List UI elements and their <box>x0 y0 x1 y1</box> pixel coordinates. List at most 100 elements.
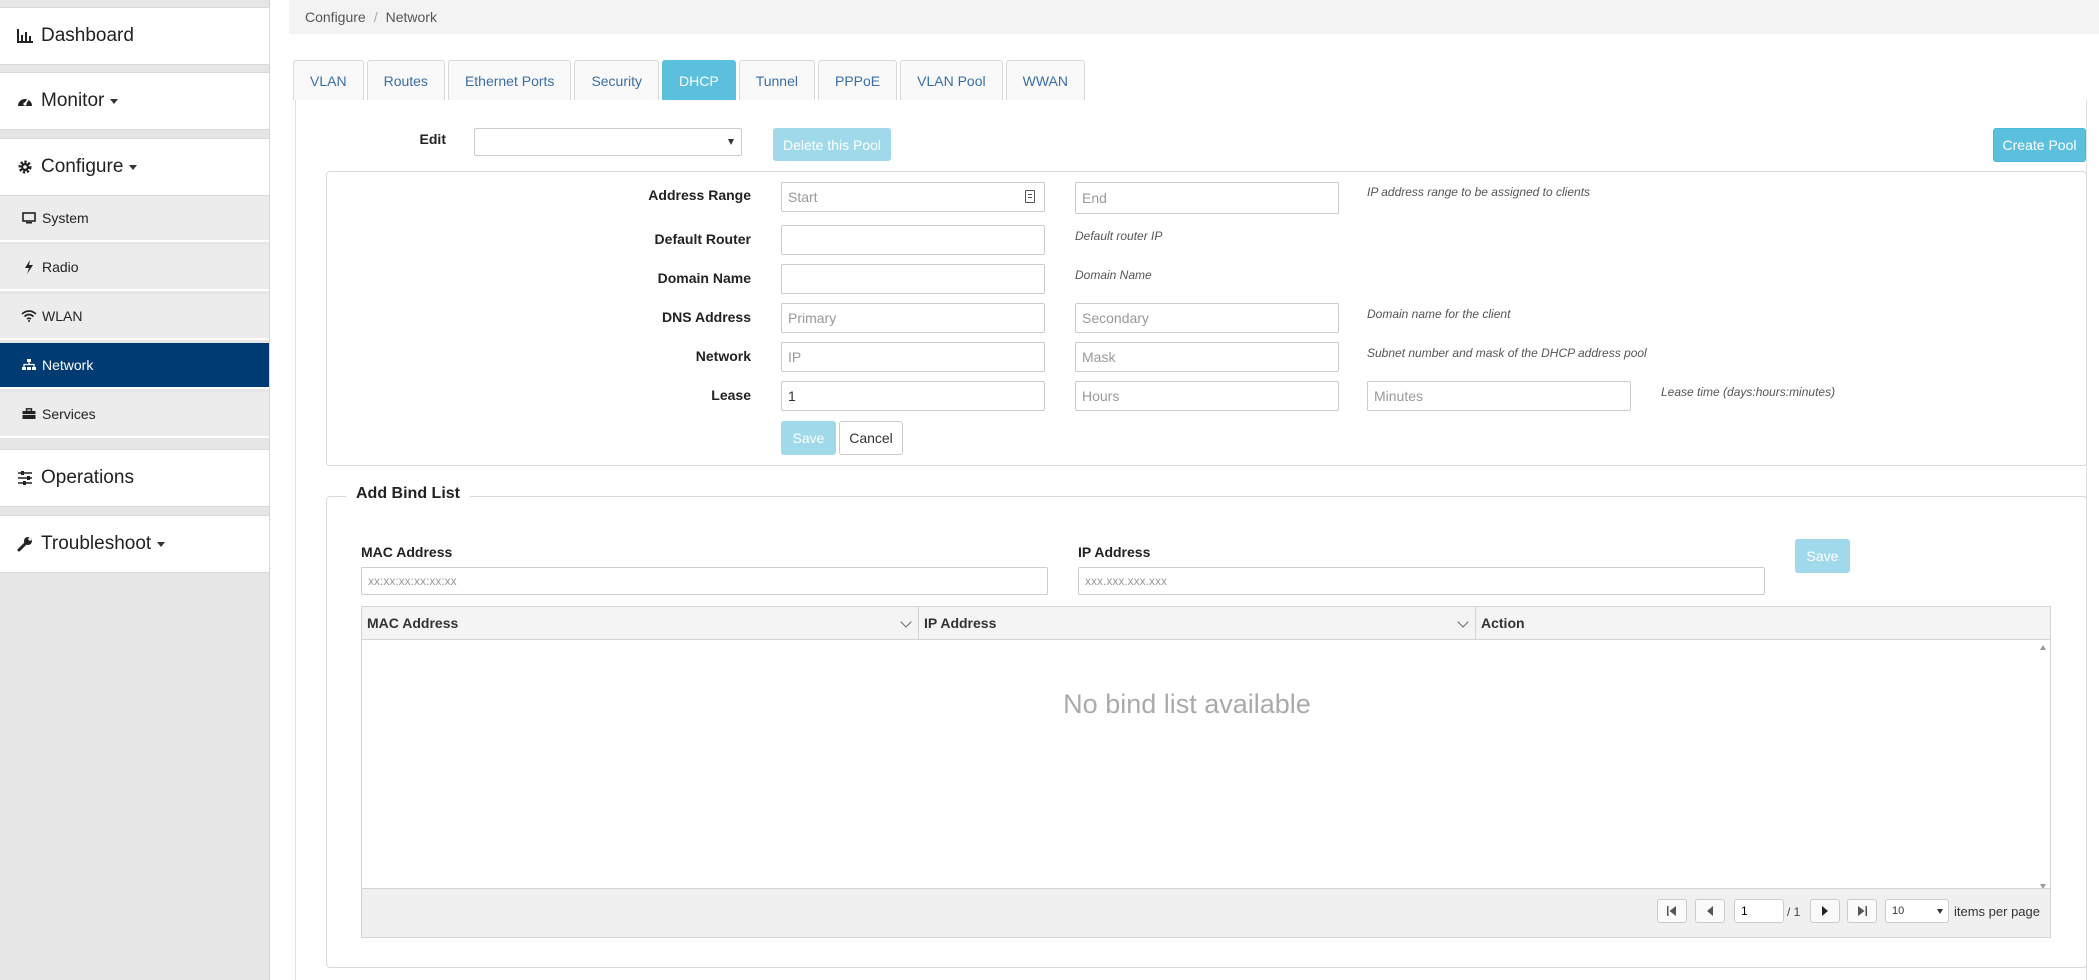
page-number-input[interactable] <box>1734 899 1784 923</box>
sidebar-item-system[interactable]: System <box>0 196 269 242</box>
bind-list-grid: MAC Address IP Address Action No bind li… <box>361 606 2051 938</box>
breadcrumb: Configure / Network <box>289 0 2099 34</box>
bind-mac-label: MAC Address <box>361 544 453 560</box>
address-range-label: Address Range <box>648 187 751 203</box>
bind-save-button[interactable]: Save <box>1795 539 1850 573</box>
bolt-icon <box>21 260 37 274</box>
sidebar-item-services[interactable]: Services <box>0 392 269 438</box>
first-page-icon <box>1667 906 1676 916</box>
column-header-label: Action <box>1481 615 1525 631</box>
tab-tunnel[interactable]: Tunnel <box>738 60 815 100</box>
tab-wwan[interactable]: WWAN <box>1005 60 1085 100</box>
network-label: Network <box>695 348 751 364</box>
tab-security[interactable]: Security <box>574 60 660 100</box>
page-size-value: 10 <box>1892 905 1905 917</box>
sidebar-item-troubleshoot[interactable]: Troubleshoot <box>0 515 269 573</box>
page-size-select[interactable]: 10 <box>1885 899 1949 923</box>
breadcrumb-configure[interactable]: Configure <box>305 9 366 25</box>
sidebar-item-operations[interactable]: Operations <box>0 449 269 507</box>
sidebar-item-dashboard[interactable]: Dashboard <box>0 7 269 65</box>
chevron-down-icon[interactable] <box>1457 616 1469 628</box>
sidebar-item-label: Operations <box>41 467 134 488</box>
range-end-input[interactable] <box>1075 182 1339 214</box>
wrench-icon <box>15 536 35 552</box>
tab-routes[interactable]: Routes <box>366 60 445 100</box>
bar-chart-icon <box>15 28 35 44</box>
dropdown-arrow-icon <box>1937 909 1943 914</box>
tab-vlan-pool[interactable]: VLAN Pool <box>900 60 1003 100</box>
empty-message: No bind list available <box>1063 689 1311 719</box>
sidebar-item-label: Network <box>42 357 94 373</box>
page-total: / 1 <box>1787 905 1801 919</box>
sidebar-item-wlan[interactable]: WLAN <box>0 294 269 340</box>
lease-hours-input[interactable] <box>1075 381 1339 411</box>
dns-secondary-input[interactable] <box>1075 303 1339 333</box>
caret-down-icon <box>110 98 119 104</box>
pool-save-button[interactable]: Save <box>781 421 836 455</box>
bind-ip-input[interactable] <box>1078 567 1765 595</box>
last-page-button[interactable] <box>1847 899 1877 923</box>
bind-list-title: Add Bind List <box>346 485 470 503</box>
prev-page-button[interactable] <box>1695 899 1725 923</box>
dropdown-arrow-icon <box>728 139 734 145</box>
sidebar: Dashboard Monitor Configure System Radio… <box>0 0 270 980</box>
edit-label: Edit <box>419 131 446 147</box>
first-page-button[interactable] <box>1657 899 1687 923</box>
sitemap-icon <box>21 359 37 371</box>
sidebar-item-radio[interactable]: Radio <box>0 245 269 291</box>
sidebar-item-label: Dashboard <box>41 25 134 46</box>
default-router-hint: Default router IP <box>1075 229 1163 243</box>
column-header-action: Action <box>1476 607 2036 639</box>
chevron-down-icon[interactable] <box>900 616 912 628</box>
sidebar-item-label: Configure <box>41 156 124 177</box>
sidebar-item-label: Monitor <box>41 90 105 111</box>
domain-name-input[interactable] <box>781 264 1045 294</box>
contact-card-icon <box>1025 190 1035 203</box>
domain-name-hint: Domain Name <box>1075 268 1152 282</box>
breadcrumb-separator: / <box>373 9 378 25</box>
scroll-up-icon[interactable] <box>2040 645 2046 650</box>
sidebar-item-label: Troubleshoot <box>41 533 152 554</box>
sidebar-item-configure[interactable]: Configure <box>0 138 269 196</box>
network-ip-input[interactable] <box>781 342 1045 372</box>
sidebar-item-network[interactable]: Network <box>0 343 269 389</box>
gear-icon <box>15 159 35 175</box>
sidebar-item-label: System <box>42 210 89 226</box>
sidebar-item-label: Radio <box>42 259 79 275</box>
breadcrumb-network: Network <box>385 9 437 25</box>
tab-vlan[interactable]: VLAN <box>293 60 364 100</box>
pool-cancel-button[interactable]: Cancel <box>839 421 903 455</box>
speedometer-icon <box>15 93 35 109</box>
default-router-input[interactable] <box>781 225 1045 255</box>
dns-address-hint: Domain name for the client <box>1367 307 1511 321</box>
tab-dhcp[interactable]: DHCP <box>662 60 736 100</box>
lease-minutes-input[interactable] <box>1367 381 1631 411</box>
last-page-icon <box>1858 906 1867 916</box>
next-page-icon <box>1822 906 1828 916</box>
delete-pool-button[interactable]: Delete this Pool <box>773 128 891 161</box>
tab-pppoe[interactable]: PPPoE <box>817 60 898 100</box>
tab-ethernet-ports[interactable]: Ethernet Ports <box>447 60 572 100</box>
items-per-page-label: items per page <box>1954 904 2040 919</box>
network-hint: Subnet number and mask of the DHCP addre… <box>1367 346 1647 360</box>
grid-scrollbar[interactable] <box>2036 639 2050 895</box>
grid-pager: / 1 10 items per page <box>362 888 2050 937</box>
wifi-icon <box>21 310 37 322</box>
grid-body: No bind list available <box>362 639 2050 895</box>
lease-hint: Lease time (days:hours:minutes) <box>1661 385 1836 399</box>
lease-days-input[interactable] <box>781 381 1045 411</box>
range-start-input[interactable] <box>781 182 1045 212</box>
dns-primary-input[interactable] <box>781 303 1045 333</box>
column-header-ip[interactable]: IP Address <box>919 607 1476 639</box>
lease-label: Lease <box>711 387 751 403</box>
column-header-mac[interactable]: MAC Address <box>362 607 919 639</box>
pool-select[interactable] <box>474 128 742 156</box>
create-pool-button[interactable]: Create Pool <box>1993 128 2086 162</box>
sidebar-item-monitor[interactable]: Monitor <box>0 72 269 130</box>
bind-ip-label: IP Address <box>1078 544 1151 560</box>
next-page-button[interactable] <box>1810 899 1840 923</box>
network-mask-input[interactable] <box>1075 342 1339 372</box>
sidebar-item-label: Services <box>42 406 96 422</box>
grid-header: MAC Address IP Address Action <box>362 607 2050 640</box>
bind-mac-input[interactable] <box>361 567 1048 595</box>
